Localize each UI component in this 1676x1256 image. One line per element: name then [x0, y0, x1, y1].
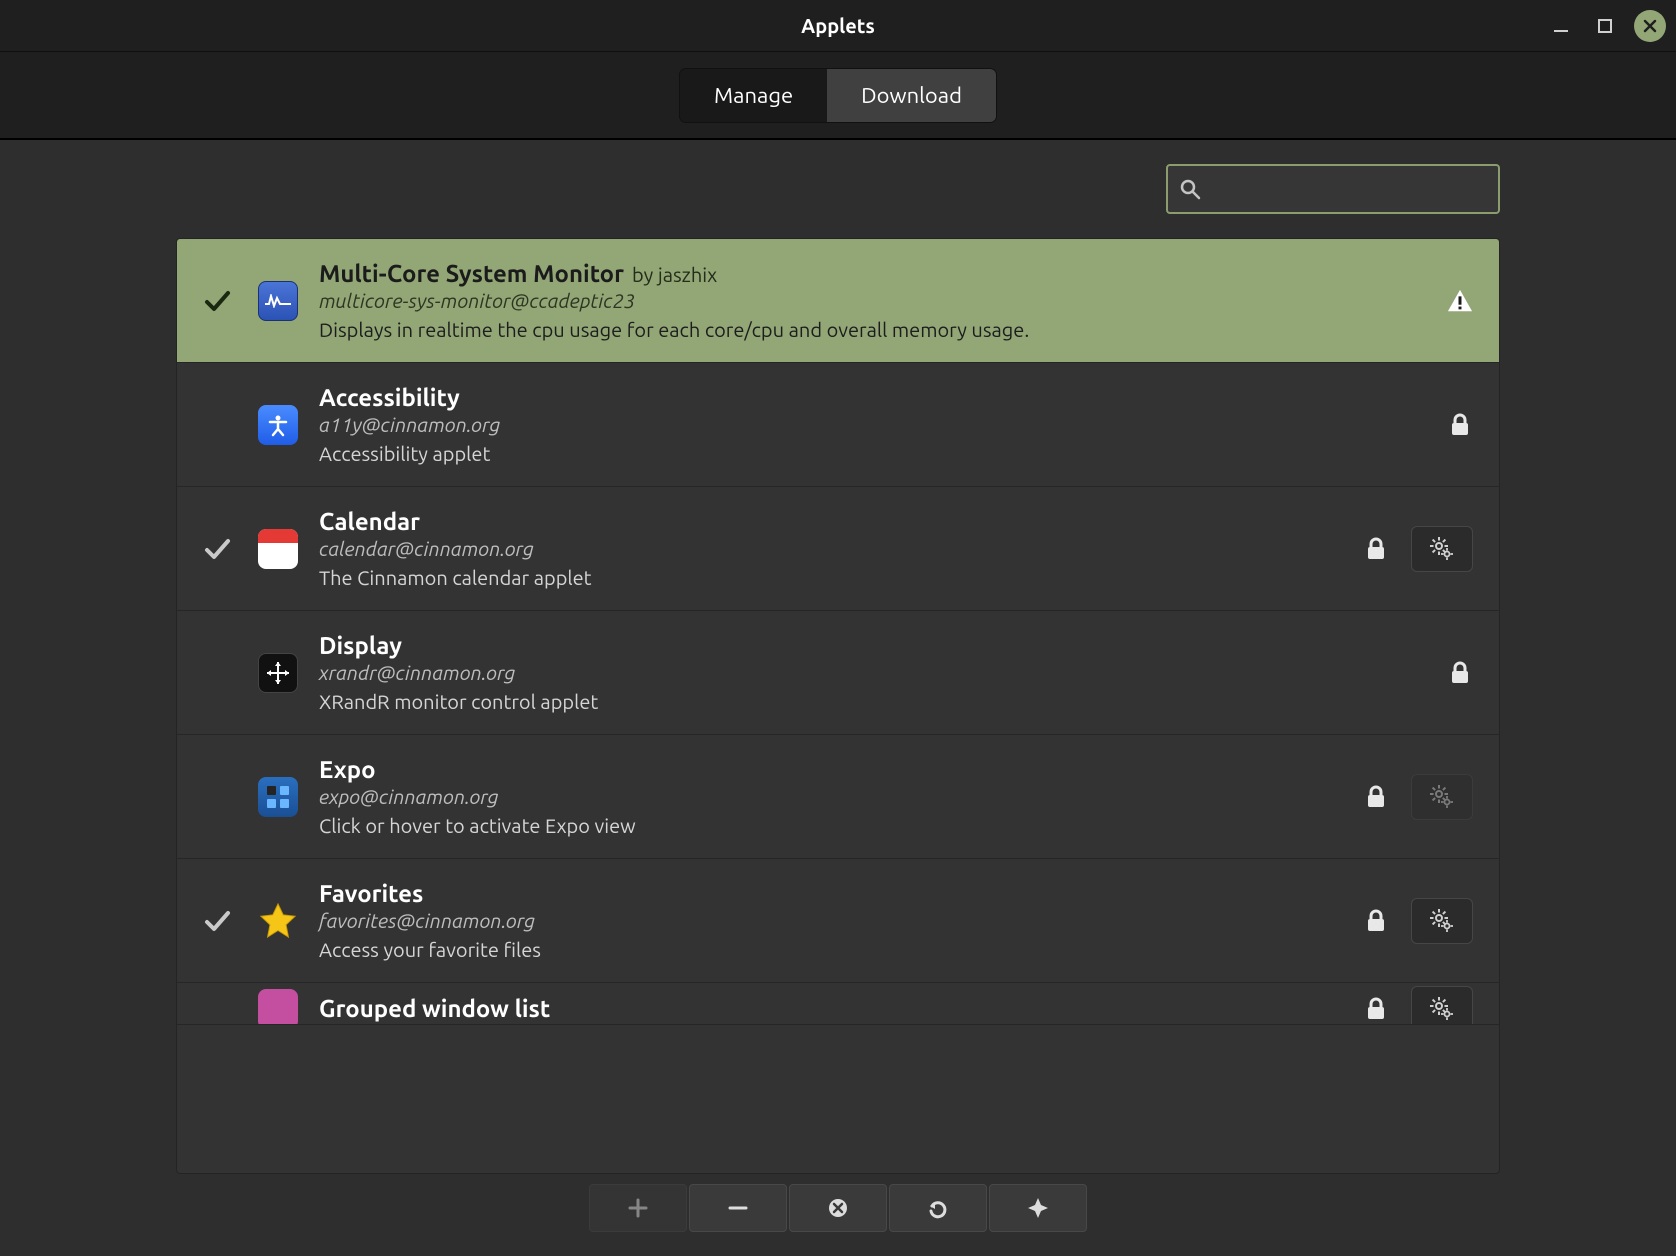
applet-id: multicore-sys-monitor@ccadeptic23: [319, 289, 1429, 312]
lock-icon: [1363, 785, 1389, 809]
applet-id: favorites@cinnamon.org: [319, 909, 1345, 932]
applet-name: Favorites: [319, 880, 423, 907]
configure-button[interactable]: [1411, 986, 1473, 1026]
restore-button[interactable]: [889, 1184, 987, 1232]
minimize-icon: [1552, 17, 1570, 35]
window-title: Applets: [801, 14, 875, 37]
applet-actions: [1363, 986, 1473, 1026]
applet-description: Click or hover to activate Expo view: [319, 814, 1345, 837]
applet-text: Grouped window list: [319, 995, 1345, 1022]
applet-id: a11y@cinnamon.org: [319, 413, 1429, 436]
titlebar: Applets: [0, 0, 1676, 52]
lock-icon: [1363, 909, 1389, 933]
remove-button[interactable]: [689, 1184, 787, 1232]
sparkle-icon: [1027, 1197, 1049, 1219]
applet-text: Accessibilitya11y@cinnamon.org Accessibil…: [319, 384, 1429, 465]
configure-button[interactable]: [1411, 774, 1473, 820]
applet-text: Expoexpo@cinnamon.org Click or hover to a…: [319, 756, 1345, 837]
applet-actions: [1447, 413, 1473, 437]
applet-name: Grouped window list: [319, 995, 550, 1022]
applet-row[interactable]: Displayxrandr@cinnamon.org XRandR monitor…: [177, 611, 1499, 735]
applet-name: Calendar: [319, 508, 420, 535]
configure-button[interactable]: [1411, 898, 1473, 944]
applet-list[interactable]: Multi-Core System Monitor by jaszhix multi…: [176, 238, 1500, 1174]
applet-name: Display: [319, 632, 402, 659]
applet-text: Multi-Core System Monitor by jaszhix multi…: [319, 260, 1429, 341]
applet-actions: [1447, 288, 1473, 314]
applet-name: Multi-Core System Monitor: [319, 260, 624, 287]
lock-icon: [1447, 413, 1473, 437]
search-input[interactable]: [1208, 178, 1488, 201]
minimize-button[interactable]: [1546, 11, 1576, 41]
applet-row[interactable]: Accessibilitya11y@cinnamon.org Accessibil…: [177, 363, 1499, 487]
close-icon: [1643, 19, 1657, 33]
add-button[interactable]: [589, 1184, 687, 1232]
lock-icon: [1363, 997, 1389, 1021]
lock-icon: [1447, 661, 1473, 685]
about-button[interactable]: [989, 1184, 1087, 1232]
plus-icon: [627, 1197, 649, 1219]
applet-row[interactable]: Multi-Core System Monitor by jaszhix multi…: [177, 239, 1499, 363]
action-toolbar: [176, 1184, 1500, 1256]
enabled-check-icon: [197, 534, 237, 564]
content-area: Multi-Core System Monitor by jaszhix multi…: [0, 140, 1676, 1256]
tab-bar: Manage Download: [0, 52, 1676, 140]
applet-name: Accessibility: [319, 384, 460, 411]
applet-icon: [255, 650, 301, 696]
applet-icon: [255, 526, 301, 572]
applet-text: Displayxrandr@cinnamon.org XRandR monitor…: [319, 632, 1429, 713]
applet-actions: [1363, 774, 1473, 820]
enabled-check-icon: [197, 906, 237, 936]
applet-author: by jaszhix: [632, 263, 717, 286]
window-controls: [1546, 0, 1666, 52]
applet-icon: [255, 774, 301, 820]
applet-text: Favoritesfavorites@cinnamon.org Access yo…: [319, 880, 1345, 961]
undo-icon: [926, 1196, 950, 1220]
close-button[interactable]: [1634, 10, 1666, 42]
applet-description: Access your favorite files: [319, 938, 1345, 961]
search-row: [176, 164, 1500, 214]
applet-icon: [255, 278, 301, 324]
applet-icon: [255, 898, 301, 944]
applet-description: Displays in realtime the cpu usage for e…: [319, 318, 1429, 341]
applet-name: Expo: [319, 756, 376, 783]
applet-description: The Cinnamon calendar applet: [319, 566, 1345, 589]
search-icon: [1178, 177, 1202, 201]
minus-icon: [727, 1197, 749, 1219]
applet-row[interactable]: Calendarcalendar@cinnamon.org The Cinnamo…: [177, 487, 1499, 611]
tab-download[interactable]: Download: [827, 69, 996, 122]
tab-group: Manage Download: [680, 69, 996, 122]
tab-manage[interactable]: Manage: [680, 69, 827, 122]
uninstall-button[interactable]: [789, 1184, 887, 1232]
applet-description: XRandR monitor control applet: [319, 690, 1429, 713]
lock-icon: [1363, 537, 1389, 561]
applet-description: Accessibility applet: [319, 442, 1429, 465]
applet-id: calendar@cinnamon.org: [319, 537, 1345, 560]
delete-icon: [827, 1197, 849, 1219]
maximize-icon: [1597, 18, 1613, 34]
applet-row[interactable]: Grouped window list: [177, 983, 1499, 1025]
enabled-check-icon: [197, 286, 237, 316]
applet-row[interactable]: Expoexpo@cinnamon.org Click or hover to a…: [177, 735, 1499, 859]
applet-icon: [255, 986, 301, 1026]
applet-id: expo@cinnamon.org: [319, 785, 1345, 808]
applets-window: Applets Manage Download Multi-Core Sy: [0, 0, 1676, 1256]
applet-actions: [1363, 526, 1473, 572]
applet-id: xrandr@cinnamon.org: [319, 661, 1429, 684]
applet-actions: [1447, 661, 1473, 685]
search-box[interactable]: [1166, 164, 1500, 214]
applet-icon: [255, 402, 301, 448]
configure-button[interactable]: [1411, 526, 1473, 572]
applet-actions: [1363, 898, 1473, 944]
applet-text: Calendarcalendar@cinnamon.org The Cinnamo…: [319, 508, 1345, 589]
maximize-button[interactable]: [1590, 11, 1620, 41]
warning-icon: [1447, 288, 1473, 314]
applet-row[interactable]: Favoritesfavorites@cinnamon.org Access yo…: [177, 859, 1499, 983]
